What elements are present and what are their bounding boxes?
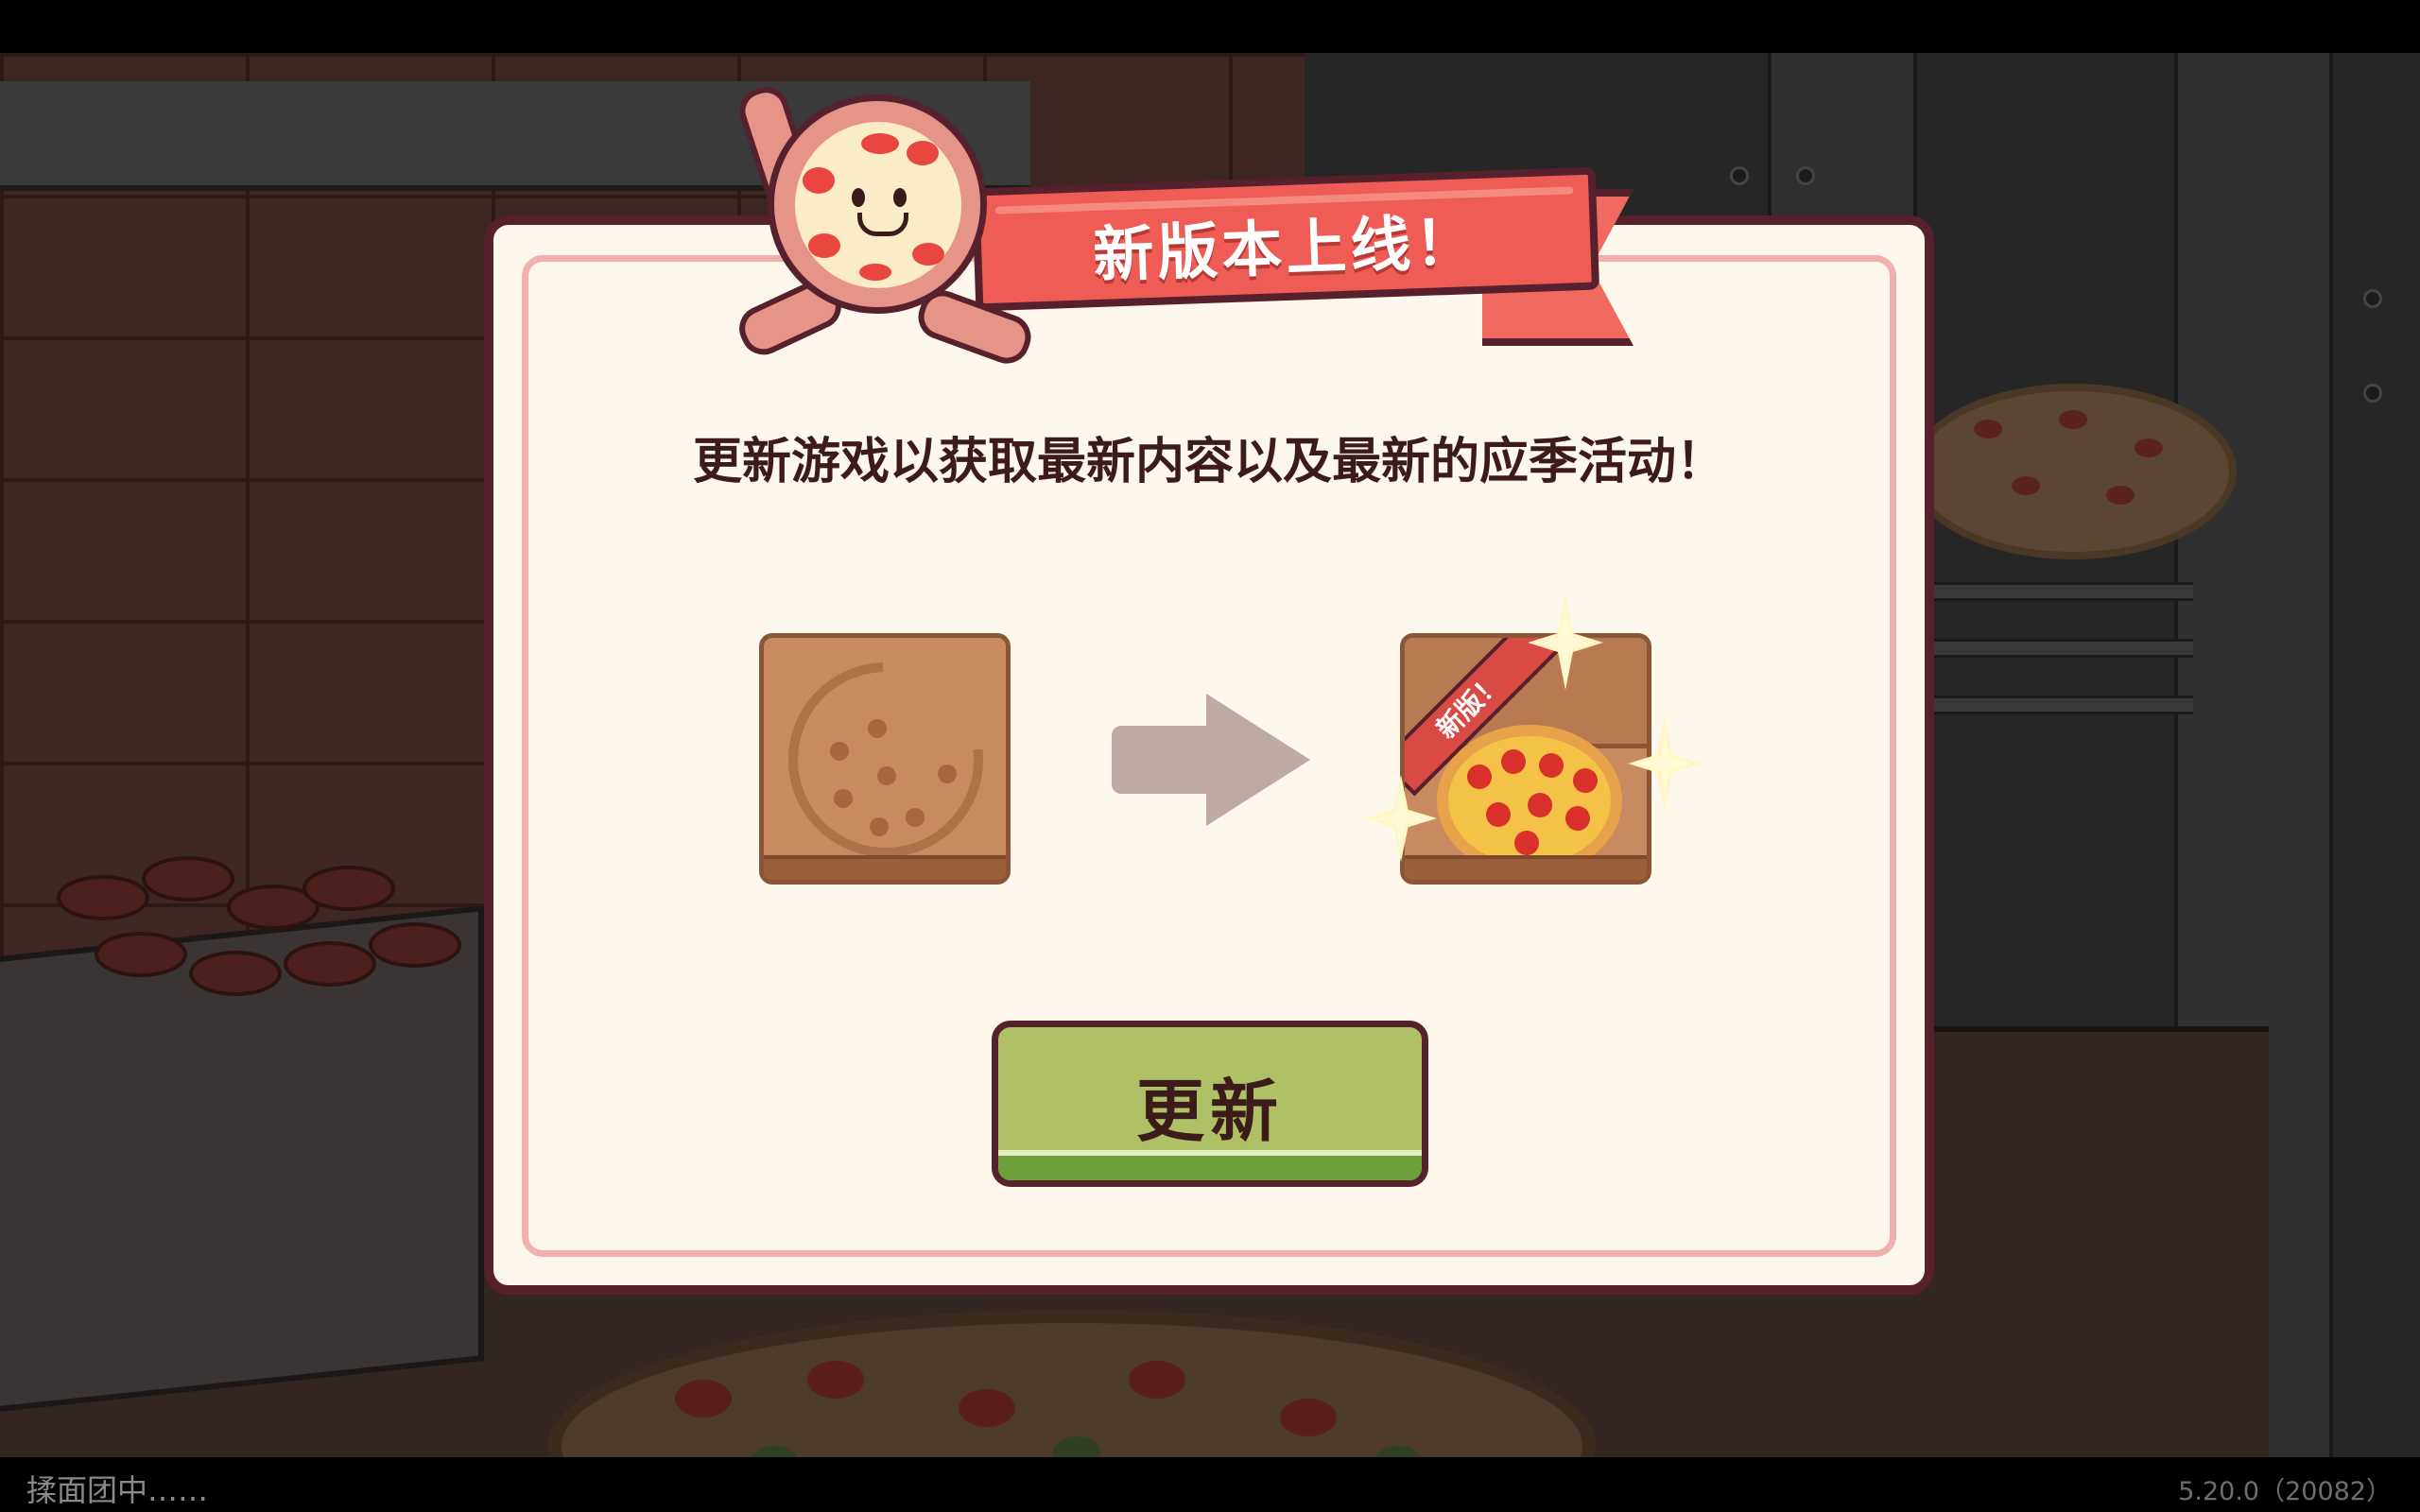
update-button-label: 更新 bbox=[1135, 1072, 1284, 1151]
sparkle-icon bbox=[1628, 718, 1702, 809]
new-pizza-box-icon: 新版！ bbox=[1400, 633, 1651, 885]
loading-status-text: 揉面团中…… bbox=[26, 1472, 209, 1508]
dialog-message: 更新游戏以获取最新内容以及最新的应季活动！ bbox=[692, 434, 1725, 490]
sparkle-icon bbox=[1528, 595, 1603, 690]
old-pizza-box-icon bbox=[759, 633, 1011, 885]
pizza-mascot-icon bbox=[718, 66, 1040, 378]
pizza-icon bbox=[1437, 725, 1622, 876]
version-label: 5.20.0（20082） bbox=[2178, 1477, 2392, 1506]
status-footer: 揉面团中…… 5.20.0（20082） bbox=[0, 1457, 2420, 1512]
arrow-right-icon bbox=[1112, 694, 1310, 826]
game-screen: 新版本上线！ 更新游戏以获取最新内容以及最新的应季活动！ 新版！ 更新 揉面团中… bbox=[0, 0, 2420, 1512]
update-button[interactable]: 更新 bbox=[992, 1021, 1428, 1187]
sparkle-icon bbox=[1365, 775, 1437, 862]
title-ribbon: 新版本上线！ bbox=[971, 166, 1600, 312]
